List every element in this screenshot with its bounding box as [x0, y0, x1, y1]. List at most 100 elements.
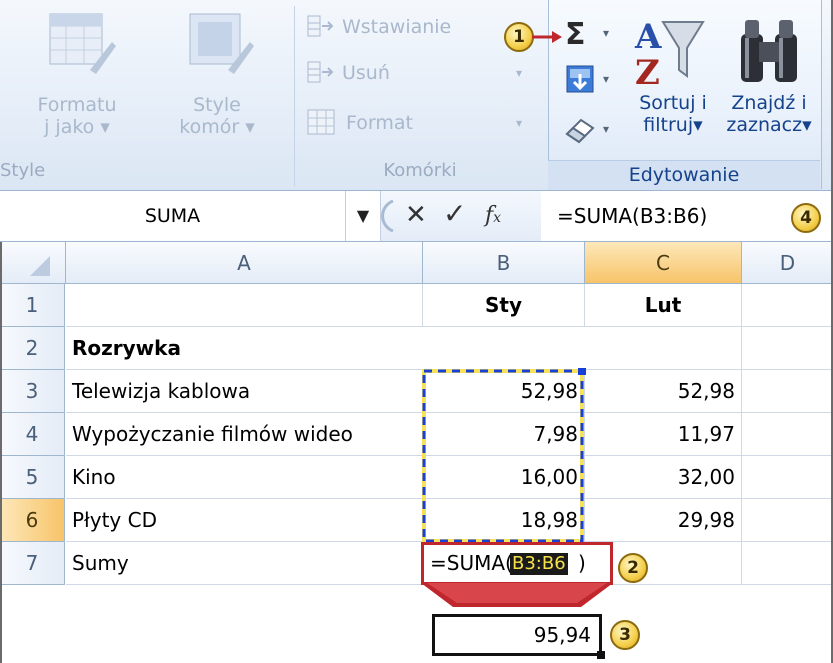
name-box[interactable]: SUMA: [0, 191, 346, 241]
row-header-1[interactable]: 1: [0, 284, 65, 327]
column-header-c[interactable]: C: [585, 242, 742, 284]
column-header-b[interactable]: B: [423, 242, 585, 284]
sort-filter-button[interactable]: A Z Sortuj i filtruj▾: [625, 10, 721, 150]
resize-handle-icon[interactable]: [377, 199, 397, 233]
column-header-a[interactable]: A: [66, 242, 423, 284]
cell-a1[interactable]: [66, 284, 423, 327]
cells-group-label: Komórki: [383, 160, 457, 181]
eraser-icon: [565, 118, 595, 144]
chevron-down-icon: ▾: [802, 114, 812, 136]
cell-d6[interactable]: [742, 499, 833, 542]
cell-styles-brush-icon: [189, 13, 254, 74]
insert-cells-button[interactable]: Wstawianie ▾: [306, 12, 536, 42]
sort-filter-label-1: Sortuj i: [639, 92, 707, 114]
row-header-6[interactable]: 6: [0, 499, 65, 542]
format-cells-button[interactable]: Format ▾: [306, 106, 536, 138]
range-marquee: [422, 368, 586, 543]
editing-formula-ref: B3:B6: [510, 553, 568, 575]
editing-formula-suffix: ): [578, 551, 586, 575]
cell-a6[interactable]: Płyty CD: [66, 499, 423, 542]
sort-filter-icon: A Z: [634, 17, 705, 88]
cell-d5[interactable]: [742, 456, 833, 499]
chevron-down-icon: ▾: [693, 114, 703, 136]
cell-a4[interactable]: Wypożyczanie filmów wideo: [66, 413, 423, 456]
callout-arrow: [532, 31, 562, 43]
cell-c1[interactable]: Lut: [585, 284, 742, 327]
cancel-icon[interactable]: ✕: [405, 200, 427, 230]
format-as-table-label-2: j jako: [44, 116, 95, 138]
name-box-dropdown[interactable]: ▼: [346, 191, 380, 241]
cell-styles-button[interactable]: Style komór ▾: [162, 8, 272, 148]
chevron-down-icon: ▾: [516, 116, 523, 130]
row-header-2[interactable]: 2: [0, 327, 65, 370]
row-header-7[interactable]: 7: [0, 542, 65, 585]
cell-d7[interactable]: [742, 542, 833, 585]
clear-button[interactable]: ▾: [555, 110, 625, 150]
fill-button[interactable]: ▾: [555, 60, 625, 100]
cell-b1[interactable]: Sty: [423, 284, 585, 327]
result-pointer: [421, 583, 613, 607]
result-value: 95,94: [533, 623, 591, 647]
grid-bottom-edge: [0, 585, 833, 663]
delete-cells-label: Usuń: [342, 62, 390, 84]
select-all-corner[interactable]: [0, 242, 66, 284]
cell-a5[interactable]: Kino: [66, 456, 423, 499]
insert-cells-label: Wstawianie: [342, 16, 452, 38]
insert-function-icon[interactable]: fx: [485, 201, 501, 233]
cell-b7-editor[interactable]: =SUMA( B3:B6 ): [421, 542, 613, 585]
name-box-value: SUMA: [144, 205, 201, 227]
cell-a2[interactable]: Rozrywka: [66, 327, 423, 370]
format-as-table-label-1: Formatu: [37, 94, 117, 116]
row-header-3[interactable]: 3: [0, 370, 65, 413]
callout-4: 4: [791, 203, 821, 233]
row-header-4[interactable]: 4: [0, 413, 65, 456]
chevron-down-icon: ▼: [356, 206, 370, 225]
format-as-table-button[interactable]: Formatu j jako ▾: [22, 8, 132, 148]
screenshot-frame: Formatu j jako ▾ Style komór ▾ Style Wst…: [0, 0, 833, 663]
format-cells-label: Format: [346, 112, 413, 134]
sort-filter-label-2: filtruj: [643, 114, 694, 136]
enter-checkmark-icon[interactable]: ✓: [443, 199, 466, 229]
format-cells-icon: [307, 109, 335, 135]
editing-formula-prefix: =SUMA(: [430, 551, 513, 575]
svg-text:Z: Z: [635, 53, 660, 88]
cell-a7[interactable]: Sumy: [66, 542, 423, 585]
formula-input[interactable]: =SUMA(B3:B6): [557, 191, 707, 241]
insert-cells-icon: [307, 15, 334, 37]
cell-b2[interactable]: [423, 327, 585, 370]
chevron-down-icon: ▾: [94, 116, 110, 138]
svg-text:A: A: [634, 17, 662, 57]
find-select-button[interactable]: Znajdź i zaznacz▾: [717, 10, 821, 150]
result-box: 95,94: [432, 614, 605, 659]
style-group-label: Style: [0, 160, 46, 181]
cell-styles-label-2: komór: [179, 116, 240, 138]
row-header-5[interactable]: 5: [0, 456, 65, 499]
chevron-down-icon: ▾: [603, 72, 610, 86]
fill-handle[interactable]: [597, 651, 605, 659]
cell-c3[interactable]: 52,98: [585, 370, 742, 413]
frame-left-border: [0, 242, 2, 663]
cell-d4[interactable]: [742, 413, 833, 456]
cell-c4[interactable]: 11,97: [585, 413, 742, 456]
cell-c5[interactable]: 32,00: [585, 456, 742, 499]
cell-d1[interactable]: [742, 284, 833, 327]
autosum-button[interactable]: Σ ▾: [555, 18, 625, 52]
cell-c2[interactable]: [585, 327, 742, 370]
delete-cells-icon: [307, 61, 334, 83]
find-select-label-1: Znajdź i: [731, 92, 807, 114]
cell-d2[interactable]: [742, 327, 833, 370]
fill-down-icon: [566, 65, 594, 93]
delete-cells-button[interactable]: Usuń ▾: [306, 58, 536, 88]
cell-a3[interactable]: Telewizja kablowa: [66, 370, 423, 413]
find-select-label-2: zaznacz: [726, 114, 803, 136]
table-brush-icon: [49, 13, 116, 74]
editing-group-label: Edytowanie: [548, 160, 820, 190]
cell-c6[interactable]: 29,98: [585, 499, 742, 542]
sigma-icon: Σ: [565, 17, 586, 52]
group-separator: [294, 6, 295, 186]
chevron-down-icon: ▾: [516, 66, 523, 80]
cell-styles-label-1: Style: [193, 94, 241, 116]
column-header-d[interactable]: D: [742, 242, 833, 284]
select-all-triangle-icon: [30, 256, 50, 276]
cell-d3[interactable]: [742, 370, 833, 413]
